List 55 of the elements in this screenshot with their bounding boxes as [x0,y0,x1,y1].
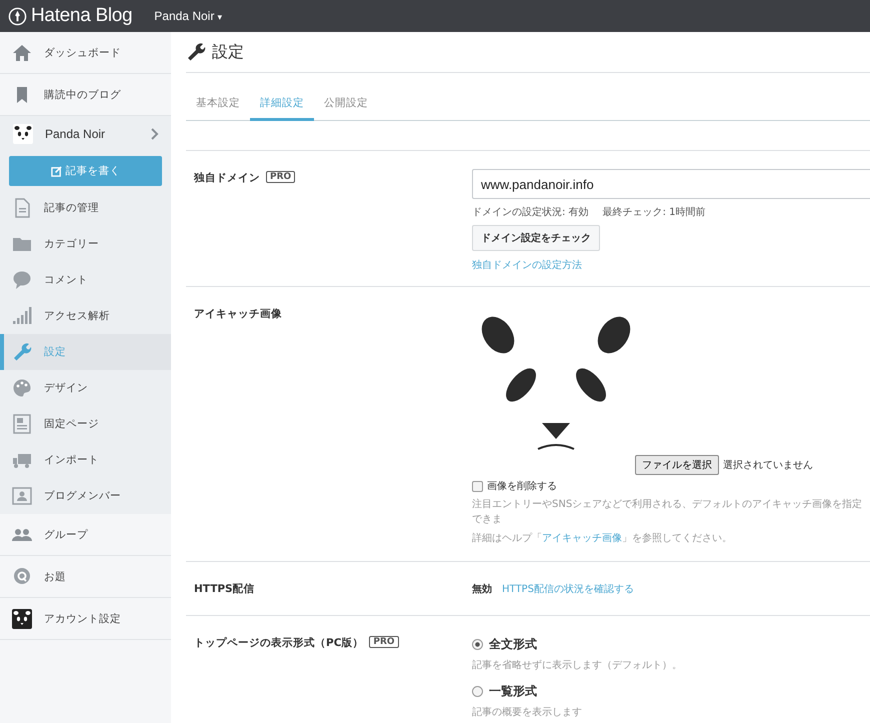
panda-avatar-icon [12,608,32,628]
domain-input-field[interactable]: www.pandanoir.info [472,169,870,199]
check-domain-button[interactable]: ドメイン設定をチェック [472,225,600,251]
display-format-radio[interactable] [472,686,483,697]
speech-bubble-icon [12,270,32,290]
eyecatch-help-text: 注目エントリーやSNSシェアなどで利用される、デフォルトのアイキャッチ画像を指定できま [472,498,864,526]
pro-badge: PRO [266,171,296,183]
settings-tab[interactable]: 公開設定 [314,96,378,121]
eyecatch-help-note: 詳細はヘルプ「アイキャッチ画像」を参照してください。 [472,532,733,546]
question-bubble-icon [12,566,32,586]
settings-tab[interactable]: 基本設定 [186,96,250,121]
setting-label: トップページの表示形式（PC版） [194,636,364,650]
pro-badge: PRO [369,636,399,648]
option-label: 一覧形式 [489,683,537,700]
file-status: 選択されていません [723,459,813,472]
setting-label: 独自ドメイン [194,171,260,185]
option-description: 記事を省略せずに表示します（デフォルト）。 [472,658,683,672]
wrench-icon [186,42,206,62]
palette-icon [12,378,32,398]
sidebar-item[interactable]: 固定ページ [0,406,171,442]
blog-name: Panda Noir [45,127,106,141]
page-icon [12,414,32,434]
site-logo[interactable]: Hatena Blog [8,5,132,27]
chevron-right-icon [151,128,159,140]
setting-label: アイキャッチ画像 [194,307,282,321]
sidebar-item[interactable]: お題 [0,556,171,598]
home-icon [12,42,32,62]
sidebar-item[interactable]: インポート [0,442,171,478]
sidebar-item[interactable]: デザイン [0,370,171,406]
delete-image-checkbox[interactable] [472,480,483,492]
panda-avatar-icon [13,124,33,144]
option-label: 全文形式 [489,636,537,652]
option-description: 記事の概要を表示します [472,706,583,720]
delete-image-label: 画像を削除する [487,480,557,493]
wrench-icon [12,342,32,362]
sidebar-item[interactable]: コメント [0,262,171,298]
sidebar-item[interactable]: ダッシュボード [0,32,171,74]
page-title: 設定 [212,42,244,62]
last-check-time: 最終チェック: 1時間前 [602,206,706,219]
blog-menu[interactable]: Panda Noir ▾ [154,9,223,23]
display-format-radio[interactable] [472,638,483,650]
sidebar-item[interactable]: カテゴリー [0,226,171,262]
https-status: 無効 [472,582,492,596]
edit-icon [50,166,62,176]
setting-label: HTTPS配信 [194,582,255,596]
sidebar-item[interactable]: アクセス解析 [0,298,171,334]
domain-status: ドメインの設定状況: 有効 [472,206,589,219]
choose-file-button[interactable]: ファイルを選択 [635,455,719,475]
sidebar-item[interactable]: グループ [0,514,171,556]
blog-header[interactable]: Panda Noir [0,116,171,152]
sidebar-item[interactable]: 記事の管理 [0,190,171,226]
sidebar-item[interactable]: アカウント設定 [0,598,171,640]
member-card-icon [12,486,32,506]
sidebar-item[interactable]: ブログメンバー [0,478,171,514]
bar-chart-icon [12,306,32,326]
